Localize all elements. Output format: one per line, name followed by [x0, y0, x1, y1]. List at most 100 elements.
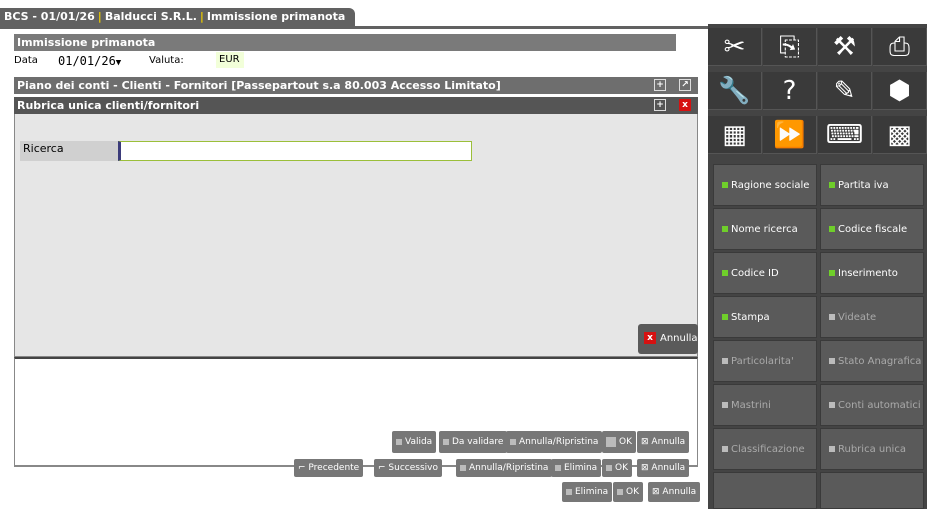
- fbtn-label: Particolarita': [731, 356, 794, 367]
- window-title: Immissione primanota: [14, 34, 676, 51]
- rubrica-title: Rubrica unica clienti/fornitori: [17, 99, 200, 112]
- fbtn-partita-iva[interactable]: Partita iva: [820, 164, 924, 206]
- successivo-label: Successivo: [388, 463, 438, 473]
- help-icon[interactable]: ?: [763, 72, 817, 110]
- ok-label-3: OK: [626, 487, 639, 497]
- successivo-button[interactable]: ⌐ Successivo: [374, 459, 442, 477]
- tab-company-date: BCS - 01/01/26: [4, 10, 95, 23]
- precedente-label: Precedente: [308, 463, 360, 473]
- elimina-button[interactable]: Elimina: [551, 459, 602, 477]
- annulla-label: Annulla: [660, 333, 698, 344]
- ok-button-2[interactable]: OK: [602, 459, 632, 477]
- ok-button-3[interactable]: OK: [613, 482, 643, 502]
- grid-icon[interactable]: ▩: [873, 116, 927, 154]
- wrench-icon[interactable]: 🔧: [708, 72, 762, 110]
- fbtn-empty: [820, 472, 924, 509]
- currency-label: Valuta:: [149, 55, 184, 66]
- date-field[interactable]: 01/01/26▼: [58, 53, 141, 69]
- cancel-icon: ⊠: [641, 437, 652, 447]
- close-icon[interactable]: x: [679, 99, 691, 111]
- ok-label: OK: [619, 437, 632, 447]
- elimina-button-3[interactable]: Elimina: [562, 482, 613, 502]
- tab-window-name: Immissione primanota: [206, 10, 346, 23]
- tab-underline: [0, 26, 708, 29]
- annulla-ripristina-button[interactable]: Annulla/Ripristina: [506, 431, 603, 453]
- box-icon[interactable]: ⬢: [873, 72, 927, 110]
- scissors-icon[interactable]: ✂: [708, 28, 762, 66]
- valida-button[interactable]: Valida: [392, 431, 437, 453]
- fbtn-label: Conti automatici: [838, 400, 921, 411]
- currency-field[interactable]: EUR: [216, 52, 244, 68]
- fbtn-label: Partita iva: [838, 180, 889, 191]
- valida-label: Valida: [405, 437, 433, 447]
- printer-icon[interactable]: ⎙: [873, 28, 927, 66]
- move-icon[interactable]: +: [654, 99, 666, 111]
- fbtn-nome-ricerca[interactable]: Nome ricerca: [713, 208, 817, 250]
- fbtn-mastrini[interactable]: Mastrini: [713, 384, 817, 426]
- fbtn-stato-anagrafica[interactable]: Stato Anagrafica: [820, 340, 924, 382]
- annulla-row-button[interactable]: ⊠ Annulla: [637, 431, 690, 453]
- annulla-ripristina-label-2: Annulla/Ripristina: [469, 463, 549, 473]
- annulla-label-2: Annulla: [651, 463, 686, 473]
- fbtn-empty: [713, 472, 817, 509]
- keyboard-icon[interactable]: ⌨: [818, 116, 872, 154]
- elimina-label-3: Elimina: [575, 487, 609, 497]
- fast-forward-icon[interactable]: ⏩: [763, 116, 817, 154]
- ok-label-2: OK: [615, 463, 628, 473]
- tool-icon[interactable]: ⚒: [818, 28, 872, 66]
- tab-company-name: Balducci S.R.L.: [104, 10, 197, 23]
- rubrica-titlebar: Rubrica unica clienti/fornitori + x: [14, 97, 698, 114]
- fbtn-label: Codice fiscale: [838, 224, 908, 235]
- annulla-button-2[interactable]: ⊠ Annulla: [637, 459, 690, 477]
- right-panel: ✂ ⎘ ⚒ ⎙ 🔧 ? ✎ ⬢ ▦ ⏩ ⌨ ▩ Ragione sociale …: [708, 24, 927, 509]
- annulla-label-3: Annulla: [662, 487, 697, 497]
- annulla-ripristina-button-2[interactable]: Annulla/Ripristina: [456, 459, 553, 477]
- fbtn-label: Classificazione: [731, 444, 805, 455]
- fbtn-label: Rubrica unica: [838, 444, 906, 455]
- annulla-button[interactable]: x Annulla: [638, 324, 698, 354]
- fbtn-inserimento[interactable]: Inserimento: [820, 252, 924, 294]
- calculator-icon[interactable]: ▦: [708, 116, 762, 154]
- document-tab[interactable]: BCS - 01/01/26 | Balducci S.R.L. | Immission…: [0, 8, 355, 26]
- search-input[interactable]: [118, 141, 472, 161]
- maximize-icon[interactable]: ↗: [679, 79, 691, 91]
- forward-icon: ⌐: [378, 463, 389, 473]
- fbtn-label: Nome ricerca: [731, 224, 798, 235]
- fbtn-classificazione[interactable]: Classificazione: [713, 428, 817, 470]
- fbtn-label: Inserimento: [838, 268, 898, 279]
- ok-button[interactable]: OK: [602, 431, 636, 453]
- chevron-down-icon[interactable]: ▼: [116, 58, 121, 68]
- cancel-icon: ⊠: [652, 487, 663, 497]
- fbtn-videate[interactable]: Videate: [820, 296, 924, 338]
- fbtn-label: Mastrini: [731, 400, 771, 411]
- fbtn-ragione-sociale[interactable]: Ragione sociale: [713, 164, 817, 206]
- copy-icon[interactable]: ⎘: [763, 28, 817, 66]
- fbtn-label: Ragione sociale: [731, 180, 810, 191]
- fbtn-stampa[interactable]: Stampa: [713, 296, 817, 338]
- move-icon[interactable]: +: [654, 79, 666, 91]
- close-icon: x: [644, 332, 656, 344]
- date-value: 01/01/26: [58, 54, 116, 68]
- precedente-button[interactable]: ⌐ Precedente: [294, 459, 364, 477]
- annulla-button-3[interactable]: ⊠ Annulla: [648, 482, 701, 502]
- back-icon: ⌐: [298, 463, 309, 473]
- fbtn-codice-id[interactable]: Codice ID: [713, 252, 817, 294]
- elimina-label: Elimina: [564, 463, 598, 473]
- annulla-row-label: Annulla: [651, 437, 686, 447]
- notebook-icon[interactable]: ✎: [818, 72, 872, 110]
- cancel-icon: ⊠: [641, 463, 652, 473]
- da-validare-button[interactable]: Da validare: [439, 431, 508, 453]
- fbtn-label: Stato Anagrafica: [838, 356, 922, 367]
- fbtn-label: Stampa: [731, 312, 770, 323]
- fbtn-label: Videate: [838, 312, 877, 323]
- da-validare-label: Da validare: [452, 437, 504, 447]
- piano-conti-titlebar: Piano dei conti - Clienti - Fornitori [P…: [14, 77, 698, 94]
- annulla-ripristina-label: Annulla/Ripristina: [519, 437, 599, 447]
- fbtn-codice-fiscale[interactable]: Codice fiscale: [820, 208, 924, 250]
- fbtn-rubrica-unica[interactable]: Rubrica unica: [820, 428, 924, 470]
- fbtn-particolarita[interactable]: Particolarita': [713, 340, 817, 382]
- fbtn-conti-automatici[interactable]: Conti automatici: [820, 384, 924, 426]
- fbtn-label: Codice ID: [731, 268, 779, 279]
- date-label: Data: [14, 55, 38, 66]
- search-label: Ricerca: [20, 141, 118, 161]
